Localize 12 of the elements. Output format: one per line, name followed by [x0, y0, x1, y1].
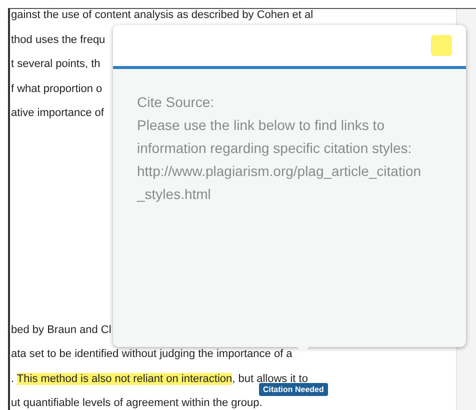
document-text-line: ata set to be identified without judging the importance of a [11, 347, 292, 362]
citation-needed-tag[interactable]: Citation Needed [259, 383, 328, 396]
color-swatch-button[interactable] [431, 35, 452, 56]
document-text-line: ut quantifiable levels of agreement within the group. [11, 396, 262, 410]
popup-message: Please use the link below to find links to information regarding specific citation styles: [137, 116, 413, 158]
popup-heading: Cite Source: [137, 93, 216, 112]
document-text-line: f what proportion o [11, 82, 102, 96]
document-text-line: thod uses the frequ [11, 32, 106, 48]
document-text-line: bed by Braun and Cl [11, 322, 112, 338]
document-text-line: ative importance of [11, 106, 104, 121]
document-text-line: gainst the use of content analysis as described by Cohen et al [11, 8, 314, 23]
document-text-line: t several points, th [11, 57, 100, 72]
